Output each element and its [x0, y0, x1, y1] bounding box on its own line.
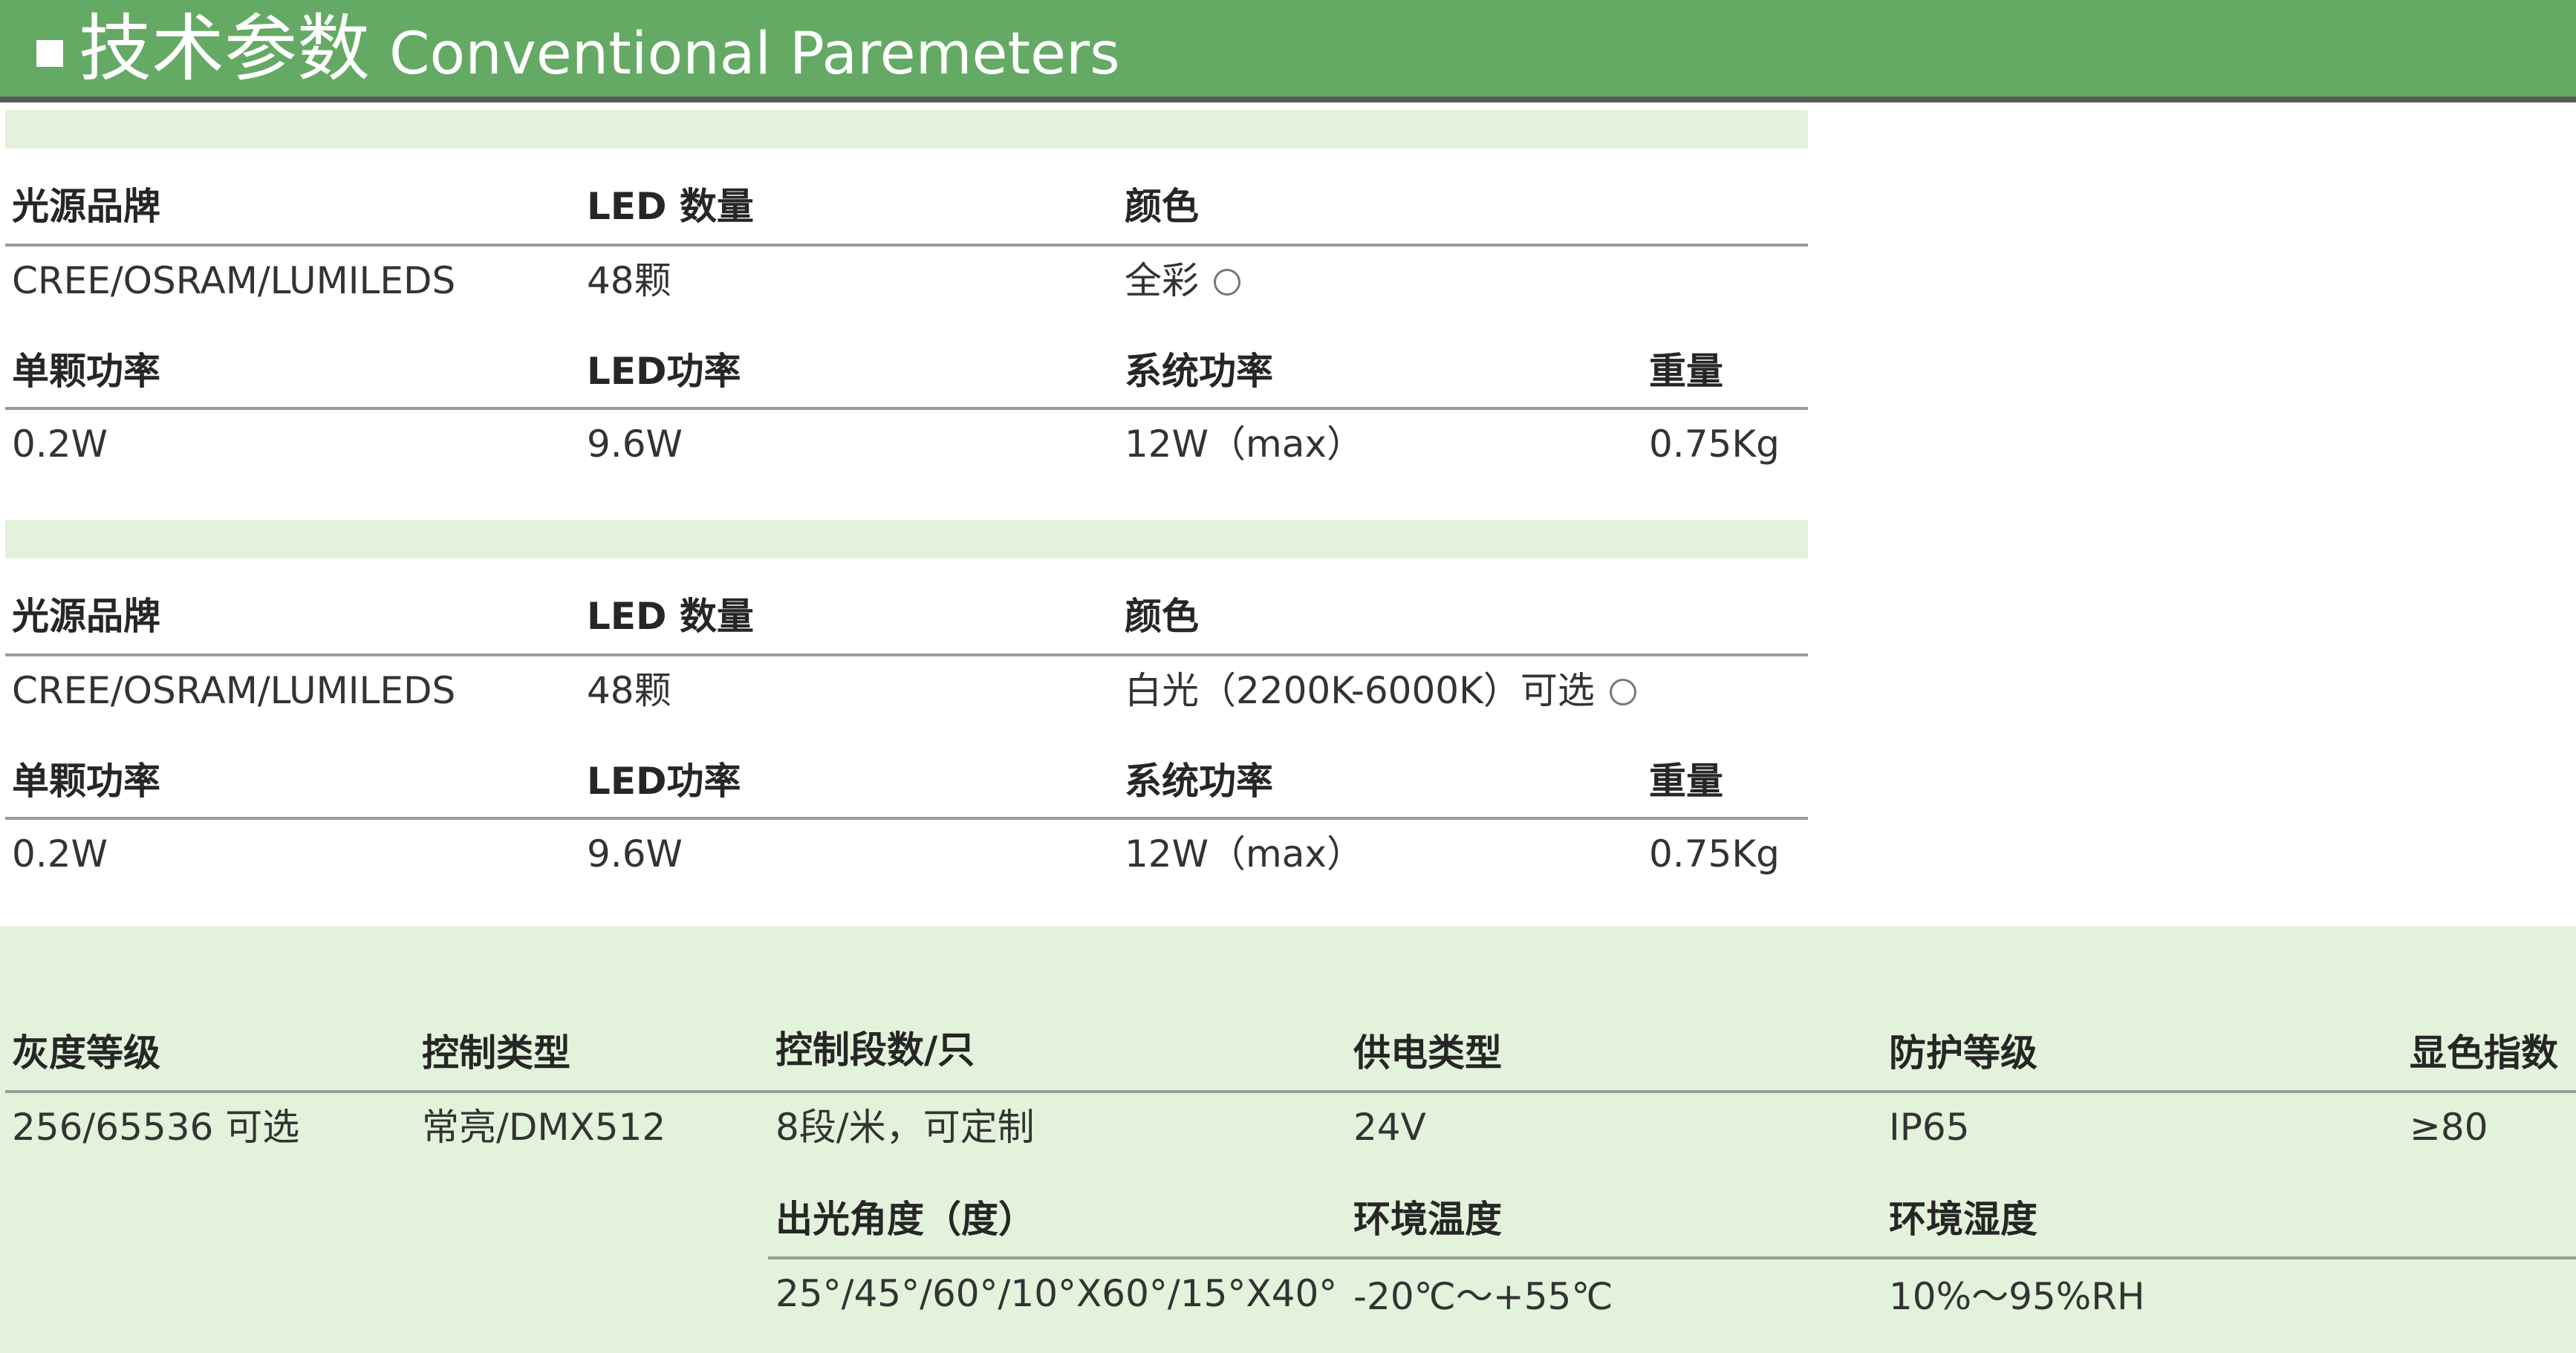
value-weight: 0.75Kg — [1649, 832, 1780, 876]
label-led-count: LED 数量 — [587, 185, 754, 228]
divider — [5, 244, 1808, 247]
value-ambient-humidity: 10%～95%RH — [1889, 1275, 2145, 1318]
value-led-power: 9.6W — [587, 423, 683, 466]
value-single-power: 0.2W — [12, 423, 108, 466]
value-cri: ≥80 — [2410, 1106, 2488, 1149]
value-gray-level: 256/65536 可选 — [12, 1106, 300, 1149]
label-ambient-temp: 环境温度 — [1353, 1198, 1502, 1241]
value-ambient-temp: -20℃～+55℃ — [1353, 1275, 1613, 1318]
label-control-segments: 控制段数/只 — [775, 1028, 975, 1072]
label-light-source-brand: 光源品牌 — [12, 595, 160, 638]
label-single-power: 单颗功率 — [12, 350, 160, 393]
label-light-source-brand: 光源品牌 — [12, 185, 160, 228]
label-protection-rating: 防护等级 — [1889, 1031, 2037, 1075]
value-led-power: 9.6W — [587, 832, 683, 876]
label-led-power: LED功率 — [587, 760, 741, 803]
label-beam-angle: 出光角度（度） — [775, 1198, 1035, 1241]
value-led-count: 48颗 — [587, 669, 671, 712]
block2-header-band — [5, 520, 1808, 558]
label-system-power: 系统功率 — [1125, 760, 1273, 803]
label-ambient-humidity: 环境湿度 — [1889, 1198, 2037, 1241]
label-color: 颜色 — [1125, 595, 1199, 638]
radio-button[interactable] — [1609, 679, 1636, 705]
divider — [5, 653, 1808, 656]
value-led-count: 48颗 — [587, 259, 671, 302]
color-option: 白光（2200K-6000K）可选 — [1125, 668, 1636, 713]
radio-button[interactable] — [1214, 269, 1240, 296]
divider — [5, 817, 1808, 820]
section-title-zh: 技术参数 — [79, 7, 371, 91]
divider — [768, 1256, 2576, 1259]
label-control-type: 控制类型 — [422, 1031, 570, 1075]
label-power-supply: 供电类型 — [1353, 1031, 1502, 1075]
value-control-segments: 8段/米，可定制 — [775, 1106, 1035, 1149]
value-light-source-brand: CREE/OSRAM/LUMILEDS — [12, 259, 456, 302]
divider — [5, 407, 1808, 410]
label-weight: 重量 — [1649, 760, 1723, 803]
section-title: 技术参数 Conventional Paremeters — [79, 4, 1120, 94]
label-led-power: LED功率 — [587, 350, 741, 393]
label-single-power: 单颗功率 — [12, 760, 160, 803]
value-weight: 0.75Kg — [1649, 423, 1780, 466]
value-beam-angle: 25°/45°/60°/10°X60°/15°X40° — [775, 1272, 1338, 1315]
value-color: 白光（2200K-6000K）可选 — [1125, 669, 1595, 712]
label-led-count: LED 数量 — [587, 595, 754, 638]
value-power-supply: 24V — [1353, 1106, 1426, 1149]
divider — [5, 1090, 2576, 1093]
label-system-power: 系统功率 — [1125, 350, 1273, 393]
value-light-source-brand: CREE/OSRAM/LUMILEDS — [12, 669, 456, 712]
value-protection-rating: IP65 — [1889, 1106, 1970, 1149]
value-single-power: 0.2W — [12, 832, 108, 876]
label-gray-level: 灰度等级 — [12, 1031, 160, 1075]
label-cri: 显色指数 — [2410, 1031, 2558, 1075]
square-bullet-icon — [36, 40, 63, 67]
label-weight: 重量 — [1649, 350, 1723, 393]
value-system-power: 12W（max） — [1125, 832, 1364, 876]
block1-header-band — [5, 110, 1808, 149]
color-option: 全彩 — [1125, 258, 1240, 303]
value-control-type: 常亮/DMX512 — [422, 1106, 666, 1149]
section-header: 技术参数 Conventional Paremeters — [0, 0, 2576, 102]
value-system-power: 12W（max） — [1125, 423, 1364, 466]
label-color: 颜色 — [1125, 185, 1199, 228]
section-title-en: Conventional Paremeters — [389, 21, 1120, 88]
value-color: 全彩 — [1125, 259, 1199, 302]
